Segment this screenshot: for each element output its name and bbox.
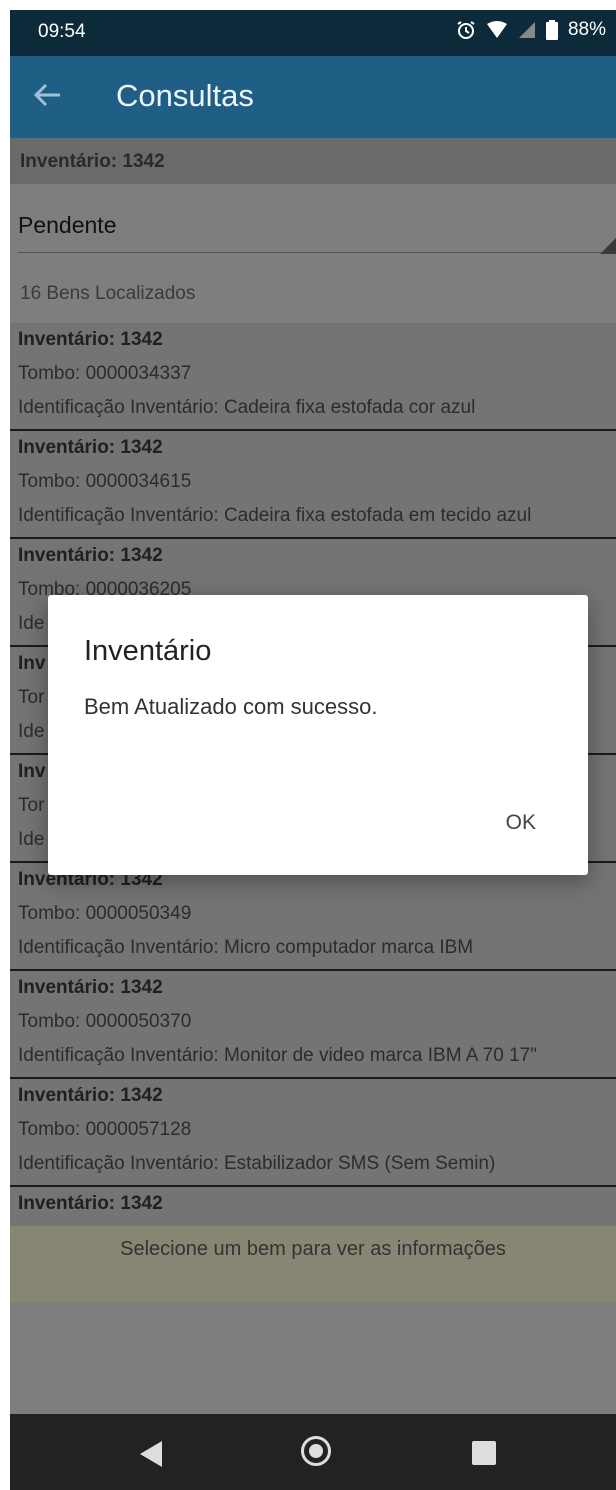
item-inventory: Inventário: 1342 [18,1085,163,1106]
dropdown-arrow-icon [600,238,616,254]
list-item[interactable]: Inventário: 1342 [10,1187,616,1231]
list-item[interactable]: Inventário: 1342 Tombo: 0000034615 Ident… [10,431,616,539]
item-inventory: Inv [18,761,46,782]
dropdown-underline [18,252,608,253]
item-identification: Ide [18,613,45,634]
dialog-message: Bem Atualizado com sucesso. [84,694,378,719]
status-icons: 88% [456,19,606,41]
item-identification: Ide [18,829,45,850]
item-tombo: Tombo: 0000034337 [18,363,192,384]
footer-hint-bar: Selecione um bem para ver as informações [10,1226,616,1302]
system-nav-bar [10,1414,616,1490]
nav-back-icon[interactable] [140,1441,162,1467]
item-tombo: Tor [18,795,45,816]
inventory-header-label: Inventário: 1342 [20,151,165,172]
item-inventory: Inventário: 1342 [18,1193,163,1214]
dialog-title: Inventário [84,635,212,667]
item-inventory: Inventário: 1342 [18,329,163,350]
list-item[interactable]: Inventário: 1342 Tombo: 0000057128 Ident… [10,1079,616,1187]
screen: 09:54 88% Consultas Inventário: 1342 Pen… [10,10,616,1490]
app-bar: Consultas [10,56,616,138]
item-identification: Identificação Inventário: Monitor de vid… [18,1045,537,1066]
item-tombo: Tombo: 0000050349 [18,903,192,924]
nav-home-icon[interactable] [301,1436,331,1466]
inventory-header: Inventário: 1342 [10,138,616,184]
status-time: 09:54 [38,21,86,42]
item-identification: Identificação Inventário: Micro computad… [18,937,474,958]
item-identification: Identificação Inventário: Cadeira fixa e… [18,505,532,526]
item-tombo: Tor [18,687,45,708]
found-count: 16 Bens Localizados [20,283,196,304]
list-item[interactable]: Inventário: 1342 Tombo: 0000050349 Ident… [10,863,616,971]
item-inventory: Inventário: 1342 [18,545,163,566]
wifi-icon [486,21,508,39]
item-identification: Identificação Inventário: Cadeira fixa e… [18,397,476,418]
item-identification: Identificação Inventário: Estabilizador … [18,1153,496,1174]
alert-dialog: Inventário Bem Atualizado com sucesso. O… [48,595,588,875]
list-item[interactable]: Inventário: 1342 Tombo: 0000034337 Ident… [10,323,616,431]
signal-icon [518,21,536,39]
battery-percent: 88% [567,19,606,40]
item-tombo: Tombo: 0000034615 [18,471,192,492]
list-item[interactable]: Inventário: 1342 Tombo: 0000050370 Ident… [10,971,616,1079]
battery-icon [545,20,558,40]
footer-hint: Selecione um bem para ver as informações [120,1238,506,1260]
item-inventory: Inventário: 1342 [18,437,163,458]
status-filter-value: Pendente [18,212,117,238]
status-filter-dropdown[interactable]: Pendente [10,184,616,258]
item-inventory: Inventário: 1342 [18,977,163,998]
nav-recents-icon[interactable] [472,1441,496,1465]
item-identification: Ide [18,721,45,742]
alarm-icon [456,20,476,40]
ok-button[interactable]: OK [506,811,536,835]
page-title: Consultas [116,78,254,113]
item-tombo: Tombo: 0000050370 [18,1011,192,1032]
item-inventory: Inv [18,653,46,674]
item-tombo: Tombo: 0000057128 [18,1119,192,1140]
back-arrow-icon[interactable] [32,80,72,114]
status-bar: 09:54 88% [10,10,616,56]
